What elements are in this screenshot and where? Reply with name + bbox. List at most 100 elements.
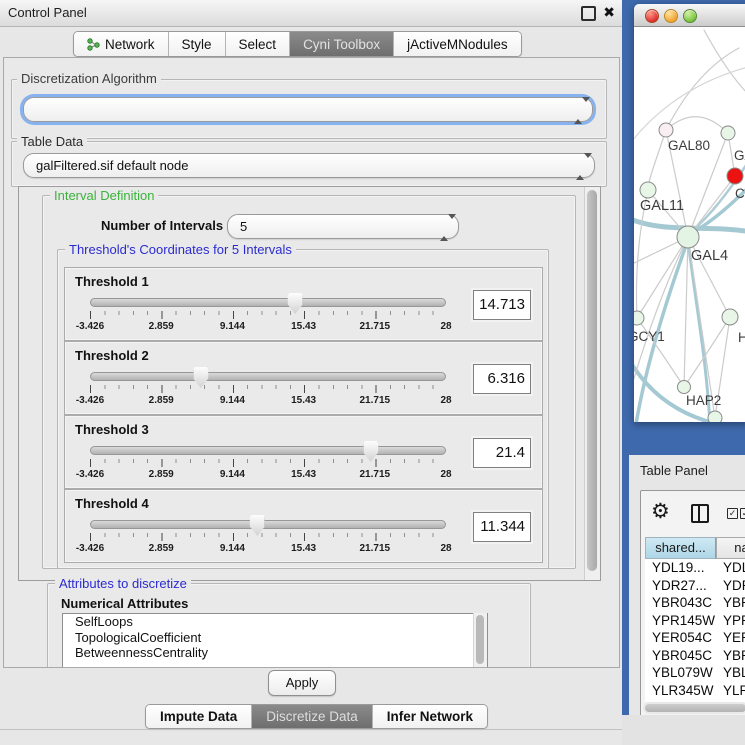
table-row[interactable]: YDL19... YDL19...	[645, 559, 745, 577]
scrollbar-thumb[interactable]	[476, 615, 484, 664]
bottom-tab-item[interactable]: Impute Data	[146, 705, 251, 728]
table-row[interactable]: YBR045C YBR045C	[645, 647, 745, 665]
apply-button[interactable]: Apply	[268, 670, 336, 696]
attribute-list-item[interactable]: SelfLoops	[63, 614, 487, 630]
scrollbar-thumb[interactable]	[645, 704, 745, 712]
table-cell[interactable]: YDL19...	[716, 559, 745, 577]
table-cell[interactable]: YBL079W	[716, 664, 745, 682]
network-node[interactable]	[727, 168, 743, 184]
table-data-combobox[interactable]: galFiltered.sif default node	[23, 153, 595, 178]
slider-tick-labels: -3.426 2.859 9.144 15.43 21.715	[90, 321, 446, 334]
table-cell[interactable]: YBR043C	[716, 594, 745, 612]
network-node[interactable]	[708, 411, 722, 422]
tab-item[interactable]: Network	[74, 32, 168, 56]
tick-label: 9.144	[220, 469, 245, 480]
tick-label: 21.715	[360, 395, 391, 406]
slider-major-ticks	[90, 533, 447, 541]
checkbox-icon[interactable]: ✓	[727, 508, 738, 519]
table-cell[interactable]: YBR043C	[645, 594, 716, 612]
threshold-slider[interactable]: -3.426 2.859 9.144 15.43 21.715	[90, 294, 446, 338]
network-node[interactable]	[678, 381, 691, 394]
tab-label: jActiveMNodules	[407, 37, 508, 52]
threshold-slider[interactable]: -3.426 2.859 9.144 15.43 21.715	[90, 368, 446, 412]
tick-label: 21.715	[360, 543, 391, 554]
network-node[interactable]	[659, 123, 673, 137]
bottom-tab-item[interactable]: Discretize Data	[251, 705, 372, 728]
slider-track[interactable]	[90, 372, 446, 381]
threshold-value-field[interactable]: 11.344	[473, 512, 531, 542]
close-traffic-light-icon[interactable]	[645, 9, 659, 23]
table-cell[interactable]: YDR27...	[716, 577, 745, 595]
table-row[interactable]: YER054C YER054C	[645, 629, 745, 647]
threshold-value-field[interactable]: 21.4	[473, 438, 531, 468]
algorithm-combobox[interactable]	[23, 97, 593, 122]
attributes-scrollbar[interactable]	[473, 613, 487, 667]
table-cell[interactable]: YPR145W	[645, 612, 716, 630]
zoom-traffic-light-icon[interactable]	[683, 9, 697, 23]
table-panel-region: Table Panel ⚙ ✓ ✓ shared... name YDL19..…	[629, 455, 745, 715]
threshold-value-field[interactable]: 6.316	[473, 364, 531, 394]
network-node[interactable]	[634, 311, 644, 325]
attribute-list-item[interactable]: BetweennessCentrality	[63, 645, 487, 661]
bottom-tab-label: Impute Data	[160, 709, 237, 724]
minimize-traffic-light-icon[interactable]	[664, 9, 678, 23]
table-cell[interactable]: YDR27...	[645, 577, 716, 595]
table-row[interactable]: YBL079W YBL079W	[645, 664, 745, 682]
attribute-list-item[interactable]: TopologicalCoefficient	[63, 630, 487, 646]
table-header-row: shared... name	[645, 537, 745, 559]
threshold-slider[interactable]: -3.426 2.859 9.144 15.43 21.715	[90, 442, 446, 486]
tick-label: 2.859	[149, 469, 174, 480]
horizontal-scrollbar[interactable]	[643, 702, 745, 714]
tab-item[interactable]: Style	[168, 32, 225, 56]
table-cell[interactable]: YER054C	[645, 629, 716, 647]
network-canvas[interactable]: GAL80GACGAL11GAL4GCY1HHAP2	[634, 26, 745, 422]
slider-track[interactable]	[90, 446, 446, 455]
table-cell[interactable]: YDL19...	[645, 559, 716, 577]
threshold-panel: Threshold 2 -3.426	[64, 341, 543, 415]
table-data-group-label: Table Data	[17, 134, 87, 149]
column-view-icon[interactable]	[691, 504, 709, 523]
tick-label: 15.43	[291, 543, 316, 554]
network-node[interactable]	[722, 309, 738, 325]
slider-major-ticks	[90, 459, 447, 467]
slider-track[interactable]	[90, 520, 446, 529]
threshold-panel: Threshold 3 -3.426	[64, 415, 543, 489]
cyni-toolbox-panel: Discretization Algorithm Table Data galF…	[3, 57, 620, 668]
threshold-panel: Threshold 1 -3.426	[64, 267, 543, 341]
threshold-slider[interactable]: -3.426 2.859 9.144 15.43 21.715	[90, 516, 446, 560]
column-header-shared-name[interactable]: shared...	[645, 537, 716, 559]
float-window-icon[interactable]	[581, 6, 596, 21]
tab-item[interactable]: jActiveMNodules	[393, 32, 521, 56]
slider-major-ticks	[90, 385, 447, 393]
slider-track[interactable]	[90, 298, 446, 307]
gear-icon[interactable]: ⚙	[651, 499, 670, 524]
num-intervals-combobox[interactable]: 5	[227, 214, 459, 239]
table-row[interactable]: YLR345W YLR345W	[645, 682, 745, 700]
bottom-tab-item[interactable]: Infer Network	[372, 705, 487, 728]
table-cell[interactable]: YBR045C	[645, 647, 716, 665]
table-cell[interactable]: YPR145W	[716, 612, 745, 630]
table-cell[interactable]: YER054C	[716, 629, 745, 647]
checkbox-icon[interactable]: ✓	[740, 508, 745, 519]
scrollbar-thumb[interactable]	[587, 190, 597, 571]
table-cell[interactable]: YBR045C	[716, 647, 745, 665]
tab-item[interactable]: Cyni Toolbox	[289, 32, 393, 56]
network-window-titlebar[interactable]	[634, 4, 745, 27]
column-header-name[interactable]: name	[716, 537, 745, 559]
network-node[interactable]	[640, 182, 656, 198]
threshold-value-field[interactable]: 14.713	[473, 290, 531, 320]
table-row[interactable]: YPR145W YPR145W	[645, 612, 745, 630]
table-row[interactable]: YBR043C YBR043C	[645, 594, 745, 612]
table-row[interactable]: YDR27... YDR27...	[645, 577, 745, 595]
numerical-attributes-list[interactable]: SelfLoops TopologicalCoefficient Between…	[62, 613, 488, 668]
vertical-scrollbar[interactable]	[584, 187, 600, 580]
network-node[interactable]	[721, 126, 735, 140]
table-cell[interactable]: YLR345W	[716, 682, 745, 700]
table-cell[interactable]: YLR345W	[645, 682, 716, 700]
table-cell[interactable]: YBL079W	[645, 664, 716, 682]
network-node[interactable]	[677, 226, 699, 248]
node-label: H	[738, 330, 745, 345]
threshold-label: Threshold 1	[75, 274, 149, 289]
tab-item[interactable]: Select	[225, 32, 290, 56]
close-icon[interactable]: ✖	[603, 4, 615, 21]
